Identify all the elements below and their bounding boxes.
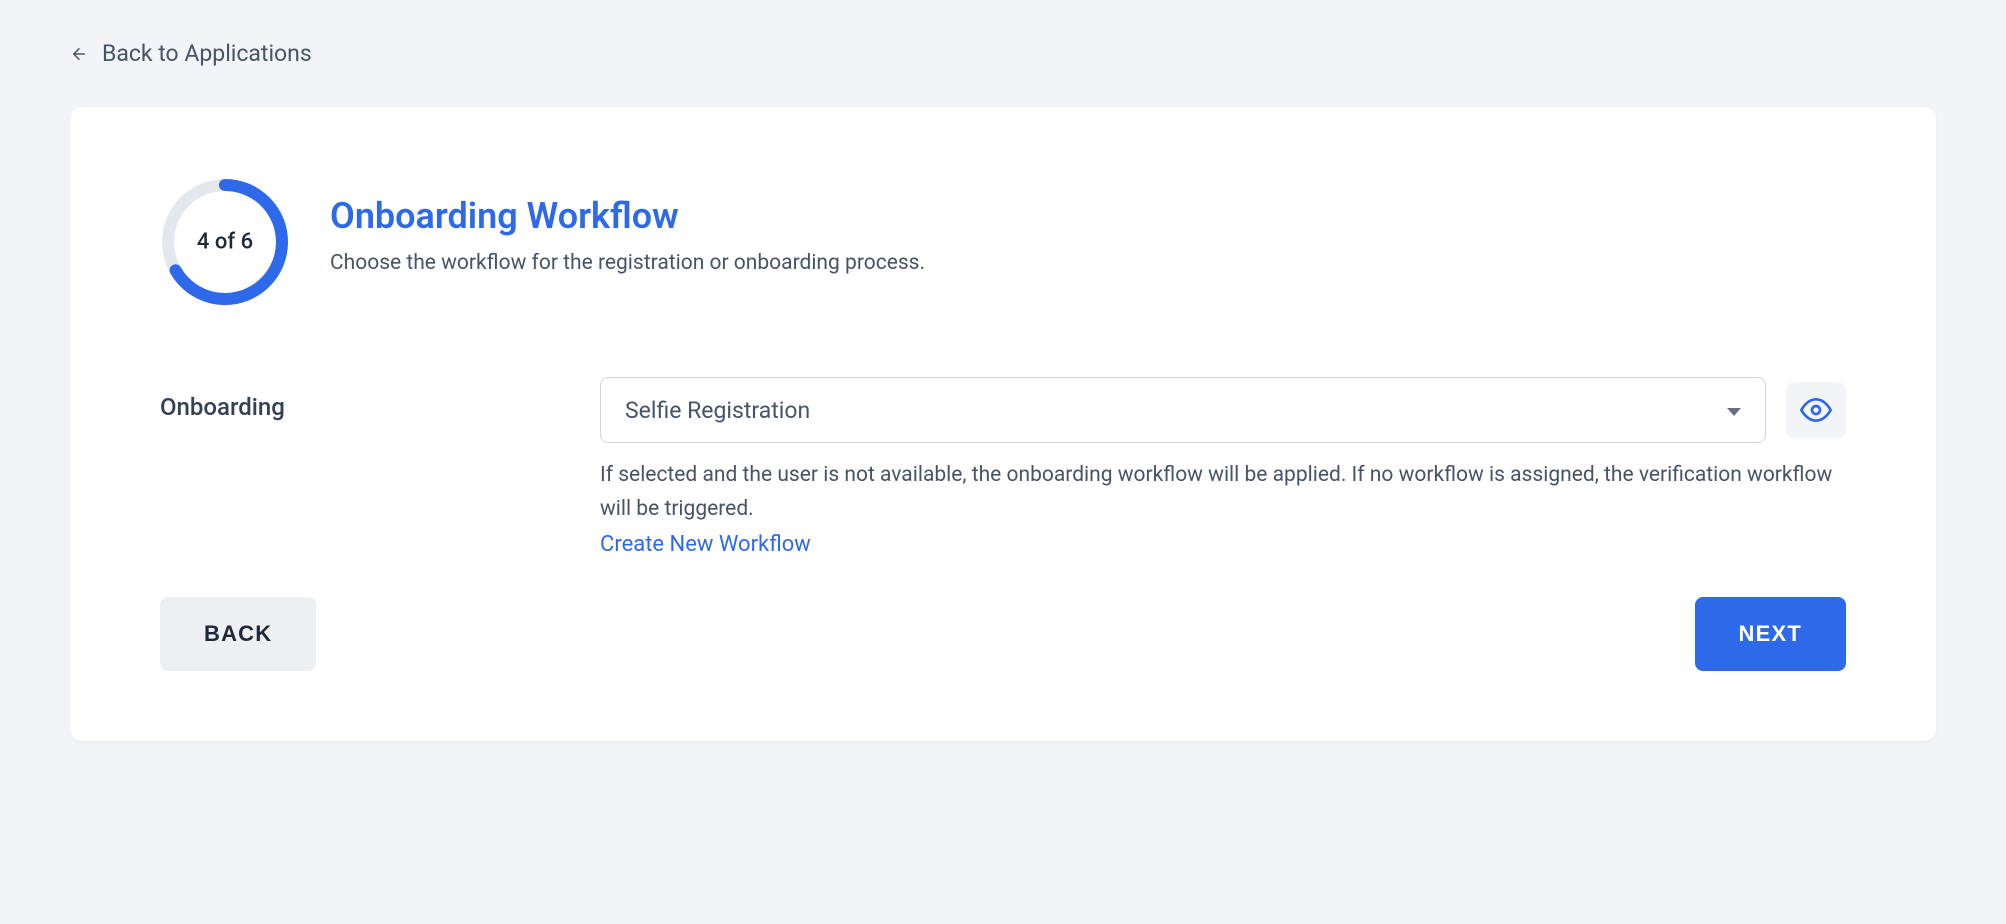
page-title: Onboarding Workflow [330,195,925,237]
back-link-label: Back to Applications [102,40,312,67]
back-to-applications-link[interactable]: Back to Applications [70,40,312,67]
preview-button[interactable] [1786,382,1846,438]
create-new-workflow-link[interactable]: Create New Workflow [600,532,811,557]
arrow-left-icon [70,45,88,63]
chevron-down-icon [1727,401,1741,420]
wizard-footer: BACK NEXT [160,597,1846,671]
back-button[interactable]: BACK [160,597,316,671]
page-subtitle: Choose the workflow for the registration… [330,251,925,275]
eye-icon [1800,394,1832,426]
wizard-card: 4 of 6 Onboarding Workflow Choose the wo… [70,107,1936,741]
next-button[interactable]: NEXT [1695,597,1846,671]
wizard-header: 4 of 6 Onboarding Workflow Choose the wo… [160,177,1846,307]
onboarding-help-text: If selected and the user is not availabl… [600,459,1846,526]
onboarding-select-value: Selfie Registration [625,397,810,424]
onboarding-label: Onboarding [160,377,560,421]
onboarding-select[interactable]: Selfie Registration [600,377,1766,443]
progress-indicator: 4 of 6 [160,177,290,307]
progress-label: 4 of 6 [197,230,253,255]
onboarding-field-row: Onboarding Selfie Registration If select… [160,377,1846,557]
